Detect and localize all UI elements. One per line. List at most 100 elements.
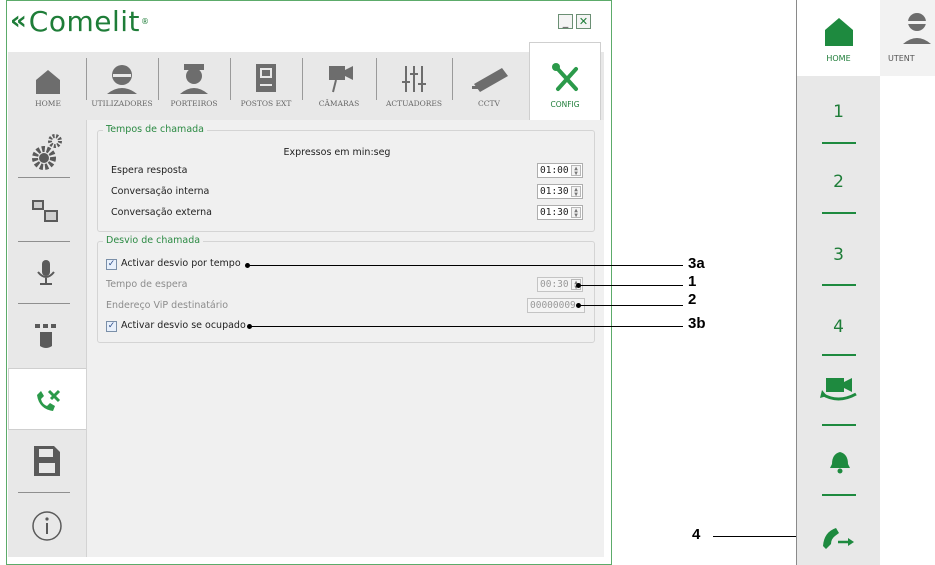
callout-line-4 [713,536,807,537]
config-content-panel: Tempos de chamada Expressos em min:seg E… [86,120,604,557]
monitor-divider [822,424,856,426]
save-icon [34,446,60,476]
callout-3b: 3b [688,315,706,332]
external-conversation-value: 01:30 [540,207,569,218]
entrance-panel-icon [256,64,276,92]
tab-separator [376,58,377,100]
monitor-user-button[interactable]: UTENT [880,0,935,76]
camera-cycle-icon [820,378,857,401]
devices-icon [32,200,58,222]
busy-divert-label: Activar desvio se ocupado [121,320,246,331]
callout-1: 1 [688,273,697,290]
monitor-bell-button[interactable] [826,448,854,476]
callout-4: 4 [692,526,701,543]
logo-mark-icon: « [10,6,27,36]
sidebar-item-save[interactable] [8,432,86,490]
tab-label: UTILIZADORES [91,99,153,108]
tab-cctv[interactable]: CCTV [458,52,520,120]
tab-config[interactable]: CONFIG [529,42,601,120]
callout-line-2 [579,305,683,306]
tab-actuadores[interactable]: ACTUADORES [382,52,446,120]
home-icon [36,70,60,94]
vip-address-label: Endereço ViP destinatário [106,300,229,311]
tab-separator [158,58,159,100]
monitor-divider [822,354,856,356]
gears-icon [32,134,62,170]
comelit-logo: « Comelit ® [10,4,149,38]
tab-label: PORTEIROS [170,99,218,108]
sidebar-item-keypad[interactable] [8,306,86,364]
callout-line-3a [248,265,683,266]
spinner-arrows-icon[interactable]: ▲▼ [571,165,581,177]
callout-3a: 3a [688,255,705,272]
minimize-button[interactable]: _ [558,14,573,29]
tab-postos-ext[interactable]: POSTOS EXT [236,52,296,120]
camera-icon [329,66,353,93]
spinner-arrows-icon[interactable]: ▲▼ [571,186,581,198]
callout-line-3b [250,326,683,327]
internal-conversation-value: 01:30 [540,186,569,197]
logo-registered: ® [141,16,150,26]
busy-divert-checkbox[interactable]: ✓ [106,321,117,332]
callout-2: 2 [688,291,697,308]
label-answer-wait: Espera resposta [111,165,188,176]
sidebar-divider [18,177,70,178]
tab-separator [230,58,231,100]
monitor-divider [822,212,856,214]
logo-text: Comelit [28,4,141,38]
internal-conversation-spinner[interactable]: 01:30 ▲ ▼ [537,184,583,199]
sidebar-item-devices[interactable] [8,182,86,240]
timed-divert-checkbox[interactable]: ✓ [106,259,117,270]
monitor-button-1[interactable]: 1 [797,102,880,122]
monitor-home-label: HOME [826,54,851,63]
tab-label: HOME [35,99,61,108]
label-external-conversation: Conversação externa [111,207,212,218]
spinner-arrows-icon[interactable]: ▲▼ [571,207,581,219]
monitor-divider [822,284,856,286]
top-tab-bar: HOME UTILIZADORES PORTEIROS POSTOS EXT C… [8,42,604,120]
cctv-icon [472,68,508,92]
monitor-user-label: UTENT [888,54,915,63]
sidebar-item-audio[interactable] [8,244,86,302]
tab-label: CONFIG [550,100,580,109]
monitor-button-4[interactable]: 4 [797,317,880,337]
sidebar-item-general[interactable] [8,124,86,182]
external-conversation-spinner[interactable]: 01:30 ▲ ▼ [537,205,583,220]
info-icon [32,511,62,541]
monitor-button-3[interactable]: 3 [797,245,880,265]
sidebar-item-call-divert[interactable] [8,368,90,430]
close-button[interactable]: ✕ [576,14,591,29]
call-divert-title: Desvio de chamada [103,235,204,246]
monitor-camera-cycle-button[interactable] [818,374,860,406]
tab-utilizadores[interactable]: UTILIZADORES [90,52,154,120]
left-sidebar [8,120,90,557]
tab-label: ACTUADORES [385,99,443,108]
user-icon [107,65,137,94]
monitor-divider [822,494,856,496]
sidebar-item-info[interactable] [8,496,86,554]
answer-wait-spinner[interactable]: 01:00 ▲ ▼ [537,163,583,178]
tab-home[interactable]: HOME [18,52,78,120]
tab-separator [302,58,303,100]
config-icon [552,63,578,91]
monitor-left-column [797,0,880,565]
timed-divert-label: Activar desvio por tempo [121,258,241,269]
monitor-call-forward-button[interactable] [820,522,856,552]
sidebar-divider [18,492,70,493]
answer-wait-value: 01:00 [540,165,569,176]
actuator-icon [402,66,426,92]
label-internal-conversation: Conversação interna [111,186,210,197]
wait-time-label: Tempo de espera [106,279,188,290]
monitor-home-button[interactable]: HOME [797,0,880,76]
home-icon [825,18,853,46]
monitor-divider [822,142,856,144]
tab-separator [452,58,453,100]
tab-camaras[interactable]: CÂMARAS [308,52,370,120]
tab-porteiros[interactable]: PORTEIROS [164,52,224,120]
call-divert-icon [37,389,61,411]
user-icon [903,13,931,44]
wait-time-value: 00:30 [540,279,569,290]
monitor-button-2[interactable]: 2 [797,172,880,192]
call-times-title: Tempos de chamada [103,124,207,135]
tab-label: CCTV [478,99,500,108]
